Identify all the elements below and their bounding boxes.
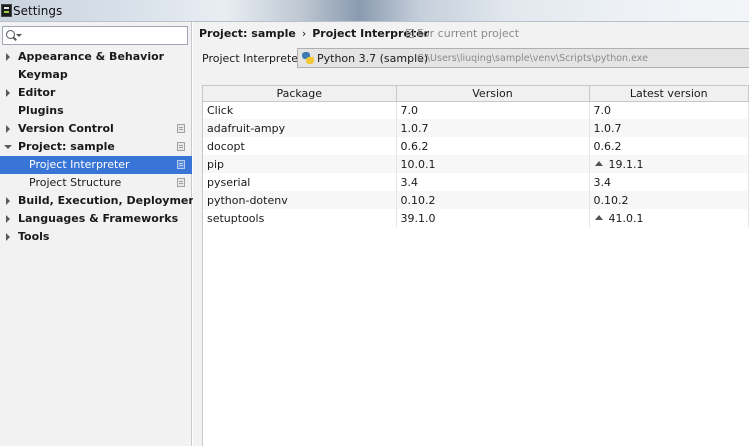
latest-version-text: 3.4 [593, 175, 612, 189]
package-latest-version-cell: 7.0 [589, 101, 749, 119]
packages-table: Package Version Latest version Click 7.0 7… [203, 86, 749, 227]
package-version-cell: 1.0.7 [396, 119, 590, 137]
sidebar-item-languages-frameworks[interactable]: Languages & Frameworks [0, 210, 192, 228]
sidebar-item-build-execution-deployment[interactable]: Build, Execution, Deployment [0, 192, 201, 210]
table-row[interactable]: python-dotenv 0.10.2 0.10.2 [203, 191, 749, 209]
sidebar-item-label: Version Control [18, 122, 114, 135]
project-scope-icon [177, 160, 185, 169]
latest-version-text: 41.0.1 [608, 211, 644, 225]
package-name-cell: pip [203, 155, 397, 173]
python-icon [302, 52, 314, 64]
package-version-cell: 0.6.2 [396, 137, 590, 155]
sidebar-item-version-control[interactable]: Version Control [0, 120, 192, 138]
project-scope-icon [177, 142, 185, 151]
collapsed-arrow-icon[interactable] [6, 125, 10, 133]
package-latest-version-cell: 19.1.1 [589, 155, 749, 173]
collapsed-arrow-icon[interactable] [6, 197, 10, 205]
breadcrumb-parent: Project: sample [199, 27, 296, 40]
package-latest-version-cell: 0.6.2 [589, 137, 749, 155]
package-name-cell: pyserial [203, 173, 397, 191]
package-version-cell: 7.0 [396, 101, 590, 119]
package-name-cell: python-dotenv [203, 191, 397, 209]
interpreter-label: Project Interpreter: [202, 52, 307, 65]
latest-version-text: 19.1.1 [608, 157, 644, 171]
project-scope-icon [406, 29, 414, 38]
settings-search-box[interactable] [2, 26, 188, 45]
window-title: Settings [13, 4, 63, 18]
project-scope-icon [177, 124, 185, 133]
for-current-project-label: For current project [417, 27, 520, 40]
table-row[interactable]: pyserial 3.4 3.4 [203, 173, 749, 191]
latest-version-text: 1.0.7 [593, 121, 622, 135]
table-row[interactable]: adafruit-ampy 1.0.7 1.0.7 [203, 119, 749, 137]
upgrade-arrow-icon [594, 214, 603, 220]
sidebar-item-project-interpreter[interactable]: Project Interpreter [0, 156, 192, 174]
package-name-cell: Click [203, 101, 397, 119]
search-icon[interactable] [6, 30, 15, 39]
expanded-arrow-icon[interactable] [4, 145, 12, 149]
interpreter-name: Python 3.7 (sample) [317, 52, 429, 65]
sidebar-item-label: Project Interpreter [29, 158, 130, 171]
sidebar-item-label: Languages & Frameworks [18, 212, 179, 225]
table-row[interactable]: setuptools 39.1.0 41.0.1 [203, 209, 749, 227]
sidebar-item-label: Project Structure [29, 176, 122, 189]
sidebar-item-keymap[interactable]: Keymap [0, 66, 192, 84]
collapsed-arrow-icon[interactable] [6, 233, 10, 241]
package-name-cell: setuptools [203, 209, 397, 227]
package-latest-version-cell: 3.4 [589, 173, 749, 191]
sidebar-item-label: Editor [18, 86, 56, 99]
table-row[interactable]: Click 7.0 7.0 [203, 101, 749, 119]
package-latest-version-cell: 0.10.2 [589, 191, 749, 209]
column-header-package[interactable]: Package [203, 86, 397, 102]
sidebar-item-label: Project: sample [18, 140, 115, 153]
sidebar-item-editor[interactable]: Editor [0, 84, 192, 102]
collapsed-arrow-icon[interactable] [6, 215, 10, 223]
package-version-cell: 39.1.0 [396, 209, 590, 227]
pycharm-app-icon [1, 4, 12, 17]
sidebar-item-label: Build, Execution, Deployment [18, 194, 202, 207]
project-scope-icon [177, 178, 185, 187]
collapsed-arrow-icon[interactable] [6, 53, 10, 61]
package-name-cell: adafruit-ampy [203, 119, 397, 137]
search-options-caret-icon[interactable] [16, 34, 22, 37]
sidebar-item-label: Appearance & Behavior [18, 50, 165, 63]
for-current-project-note: For current project [406, 27, 519, 40]
sidebar-item-label: Plugins [18, 104, 64, 117]
project-interpreter-panel: Project: sample › Project Interpreter For … [193, 22, 749, 446]
sidebar-item-label: Keymap [18, 68, 68, 81]
sidebar-item-label: Tools [18, 230, 50, 243]
package-latest-version-cell: 41.0.1 [589, 209, 749, 227]
table-header-row: Package Version Latest version [203, 86, 749, 102]
breadcrumb: Project: sample › Project Interpreter [199, 27, 429, 40]
column-header-latest-version[interactable]: Latest version [589, 86, 749, 102]
sidebar-item-plugins[interactable]: Plugins [0, 102, 192, 120]
latest-version-text: 0.10.2 [593, 193, 629, 207]
sidebar-item-project-structure[interactable]: Project Structure [0, 174, 192, 192]
packages-table-container[interactable]: Package Version Latest version Click 7.0 7… [202, 85, 749, 446]
package-name-cell: docopt [203, 137, 397, 155]
table-row[interactable]: pip 10.0.1 19.1.1 [203, 155, 749, 173]
settings-tree: Appearance & Behavior Keymap Editor Plugins… [0, 48, 201, 246]
interpreter-path: C:\Users\liuqing\sample\venv\Scripts\pyt… [417, 53, 648, 64]
column-header-version[interactable]: Version [396, 86, 590, 102]
package-version-cell: 3.4 [396, 173, 590, 191]
latest-version-text: 7.0 [593, 103, 612, 117]
upgrade-arrow-icon [594, 160, 603, 166]
table-row[interactable]: docopt 0.6.2 0.6.2 [203, 137, 749, 155]
interpreter-dropdown[interactable]: Python 3.7 (sample) C:\Users\liuqing\sam… [297, 48, 749, 68]
package-latest-version-cell: 1.0.7 [589, 119, 749, 137]
settings-search-input[interactable] [23, 28, 183, 43]
sidebar-item-project-sample[interactable]: Project: sample [0, 138, 192, 156]
package-version-cell: 0.10.2 [396, 191, 590, 209]
sidebar-item-appearance-behavior[interactable]: Appearance & Behavior [0, 48, 192, 66]
collapsed-arrow-icon[interactable] [6, 89, 10, 97]
latest-version-text: 0.6.2 [593, 139, 622, 153]
settings-sidebar: Appearance & Behavior Keymap Editor Plugins… [0, 22, 201, 446]
sidebar-item-tools[interactable]: Tools [0, 228, 192, 246]
title-bar: Settings [0, 0, 749, 22]
package-version-cell: 10.0.1 [396, 155, 590, 173]
breadcrumb-separator: › [301, 27, 307, 40]
